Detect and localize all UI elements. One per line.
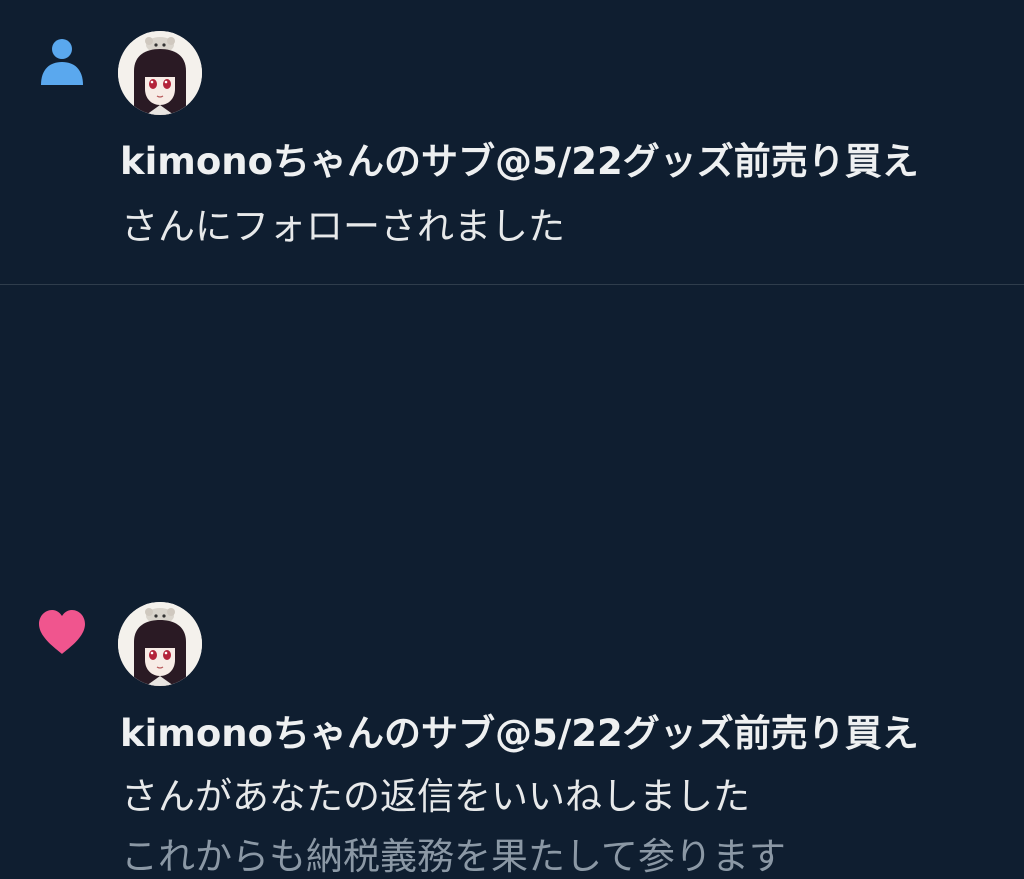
user-name[interactable]: kimonoちゃんのサブ@5/22グッズ前売り買え — [120, 712, 919, 756]
avatar[interactable] — [118, 602, 202, 686]
avatar[interactable] — [118, 31, 202, 115]
notification-text: さんがあなたの返信をいいねしました — [121, 775, 750, 818]
notification-text: さんにフォローされました — [121, 205, 565, 248]
tweet-snippet[interactable]: これからも納税義務を果たして参ります — [121, 835, 786, 879]
person-icon — [36, 35, 88, 87]
user-name[interactable]: kimonoちゃんのサブ@5/22グッズ前売り買え — [120, 140, 919, 184]
like-notification[interactable]: kimonoちゃんのサブ@5/22グッズ前売り買え さんがあなたの返信をいいねし… — [0, 285, 1024, 878]
follow-notification[interactable]: kimonoちゃんのサブ@5/22グッズ前売り買え さんにフォローされました — [0, 0, 1024, 285]
heart-icon — [36, 607, 88, 659]
